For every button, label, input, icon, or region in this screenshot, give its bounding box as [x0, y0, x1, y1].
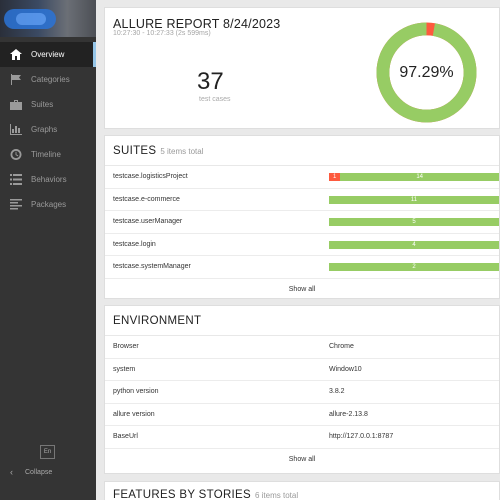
- environment-widget: ENVIRONMENT Browser Chrome system Window…: [104, 305, 500, 474]
- passed-segment: 11: [329, 195, 499, 204]
- suites-list: testcase.logisticsProject 1 14 testcase.…: [105, 165, 499, 301]
- suites-show-all-link[interactable]: Show all: [105, 279, 499, 301]
- suite-name: testcase.systemManager: [113, 263, 191, 271]
- sidebar-item-label: Categories: [31, 75, 70, 84]
- env-value: Window10: [329, 365, 362, 373]
- sidebar-item-label: Packages: [31, 200, 67, 209]
- environment-row: allure version allure-2.13.8: [105, 404, 499, 426]
- sidebar-item-graphs[interactable]: Graphs: [0, 117, 96, 142]
- passed-segment: 5: [329, 218, 499, 226]
- sidebar-item-packages[interactable]: Packages: [0, 192, 96, 217]
- suite-status-bar: 4: [329, 240, 499, 249]
- environment-row: python version 3.8.2: [105, 381, 499, 404]
- environment-table: Browser Chrome system Window10 python ve…: [105, 335, 499, 471]
- main-content: ALLURE REPORT 8/24/2023 10:27:30 - 10:27…: [96, 0, 500, 500]
- features-header: FEATURES BY STORIES 6 items total: [113, 489, 298, 500]
- sidebar-item-label: Behaviors: [31, 175, 67, 184]
- sidebar-item-label: Suites: [31, 100, 54, 109]
- environment-row: BaseUrl http://127.0.0.1:8787: [105, 426, 499, 449]
- suites-header: SUITES 5 items total: [113, 145, 203, 157]
- suite-row[interactable]: testcase.login 4: [105, 234, 499, 256]
- suite-name: testcase.login: [113, 240, 156, 248]
- features-total: 6 items total: [254, 491, 299, 500]
- sidebar-item-label: Overview: [31, 50, 65, 59]
- test-case-count-label: test cases: [199, 96, 231, 103]
- features-title: FEATURES BY STORIES: [113, 489, 251, 500]
- suites-title: SUITES: [113, 145, 157, 157]
- env-key: system: [113, 365, 136, 373]
- sidebar: Overview Categories Suites Graphs Timeli…: [0, 0, 96, 500]
- suites-total: 5 items total: [160, 147, 204, 156]
- sidebar-item-overview[interactable]: Overview: [0, 42, 96, 67]
- sidebar-item-label: Timeline: [31, 150, 61, 159]
- success-rate-label: 97.29%: [399, 64, 454, 81]
- suite-status-bar: 1 14: [329, 173, 499, 181]
- briefcase-icon: [9, 99, 23, 111]
- suites-widget: SUITES 5 items total testcase.logisticsPr…: [104, 135, 500, 299]
- suite-name: testcase.e-commerce: [113, 195, 180, 203]
- passed-segment: 2: [329, 263, 499, 271]
- sidebar-item-suites[interactable]: Suites: [0, 92, 96, 117]
- suite-name: testcase.logisticsProject: [113, 173, 188, 181]
- environment-row: system Window10: [105, 359, 499, 381]
- suite-status-bar: 5: [329, 218, 499, 226]
- home-icon: [9, 49, 23, 61]
- env-key: BaseUrl: [113, 433, 138, 441]
- sidebar-item-timeline[interactable]: Timeline: [0, 142, 96, 167]
- suite-row[interactable]: testcase.systemManager 2: [105, 256, 499, 279]
- report-time-range: 10:27:30 - 10:27:33 (2s 599ms): [113, 30, 211, 37]
- environment-row: Browser Chrome: [105, 336, 499, 359]
- env-value: 3.8.2: [329, 388, 345, 396]
- language-button[interactable]: En: [40, 445, 55, 459]
- environment-title: ENVIRONMENT: [113, 315, 202, 327]
- suite-name: testcase.userManager: [113, 218, 183, 226]
- align-left-icon: [9, 199, 23, 211]
- sidebar-item-behaviors[interactable]: Behaviors: [0, 167, 96, 192]
- failed-segment: 1: [329, 173, 341, 181]
- summary-widget: ALLURE REPORT 8/24/2023 10:27:30 - 10:27…: [104, 7, 500, 129]
- test-case-count: 37: [197, 68, 224, 95]
- collapse-button[interactable]: ‹ Collapse: [10, 466, 52, 478]
- features-widget: FEATURES BY STORIES 6 items total: [104, 481, 500, 500]
- collapse-label: Collapse: [25, 468, 53, 476]
- env-value: Chrome: [329, 343, 354, 351]
- clock-icon: [9, 149, 23, 161]
- env-value: allure-2.13.8: [329, 410, 368, 418]
- suite-row[interactable]: testcase.userManager 5: [105, 211, 499, 234]
- sidebar-item-categories[interactable]: Categories: [0, 67, 96, 92]
- env-key: python version: [113, 388, 159, 396]
- bar-chart-icon: [9, 124, 23, 136]
- suite-row[interactable]: testcase.e-commerce 11: [105, 189, 499, 211]
- sidebar-nav: Overview Categories Suites Graphs Timeli…: [0, 42, 96, 217]
- env-key: Browser: [113, 343, 139, 351]
- flag-icon: [9, 74, 23, 86]
- environment-show-all-link[interactable]: Show all: [105, 449, 499, 471]
- chevron-left-icon: ‹: [10, 467, 13, 477]
- allure-logo[interactable]: [0, 0, 96, 37]
- env-value: http://127.0.0.1:8787: [329, 433, 394, 441]
- list-icon: [9, 174, 23, 186]
- sidebar-item-label: Graphs: [31, 125, 58, 134]
- env-key: allure version: [113, 410, 155, 418]
- passed-segment: 14: [340, 173, 499, 181]
- suite-status-bar: 11: [329, 195, 499, 204]
- report-title: ALLURE REPORT 8/24/2023: [113, 17, 281, 31]
- suite-row[interactable]: testcase.logisticsProject 1 14: [105, 166, 499, 189]
- suite-status-bar: 2: [329, 263, 499, 271]
- passed-segment: 4: [329, 240, 499, 249]
